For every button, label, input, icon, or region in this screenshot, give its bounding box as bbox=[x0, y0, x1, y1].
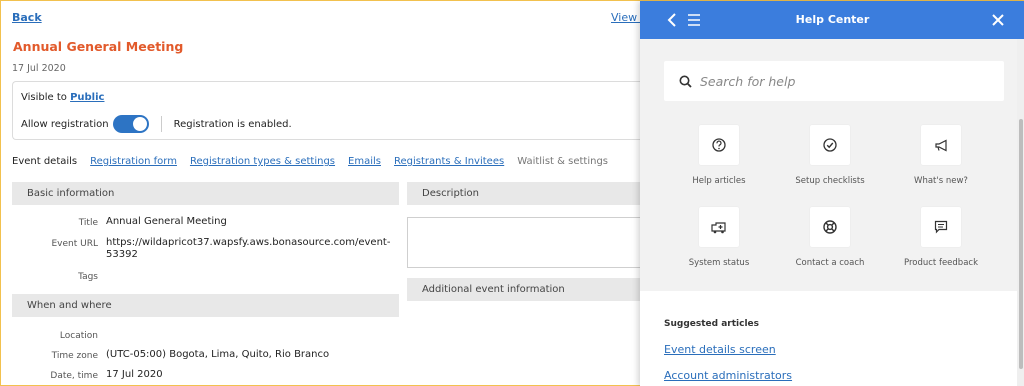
search-placeholder: Search for help bbox=[700, 73, 796, 89]
event-title: Annual General Meeting bbox=[13, 39, 184, 54]
description-heading: Description bbox=[407, 182, 647, 205]
datetime-value: 17 Jul 2020 bbox=[106, 369, 163, 380]
help-center-title: Help Center bbox=[795, 13, 870, 26]
close-icon[interactable] bbox=[988, 10, 1008, 30]
question-circle-icon bbox=[699, 125, 739, 165]
event-url-line2: 53392 bbox=[106, 249, 138, 260]
divider bbox=[160, 116, 162, 132]
basic-info-heading: Basic information bbox=[12, 182, 399, 205]
tile-label: Help articles bbox=[692, 176, 746, 186]
chat-bubble-icon bbox=[921, 207, 961, 247]
additional-info-heading: Additional event information bbox=[407, 278, 647, 301]
tile-contact-coach[interactable]: Contact a coach bbox=[775, 207, 885, 268]
visibility-prefix: Visible to bbox=[21, 92, 67, 103]
registration-row: Allow registration Registration is enabl… bbox=[21, 115, 292, 133]
event-url-line1: https://wildapricot37.wapsfy.aws.bonasou… bbox=[106, 237, 391, 248]
tab-emails[interactable]: Emails bbox=[348, 156, 381, 167]
tile-help-articles[interactable]: Help articles bbox=[664, 125, 774, 186]
tile-label: Contact a coach bbox=[795, 258, 865, 268]
suggested-articles-heading: Suggested articles bbox=[664, 319, 759, 329]
title-value: Annual General Meeting bbox=[106, 216, 227, 227]
title-label: Title bbox=[78, 218, 98, 228]
search-icon bbox=[679, 75, 692, 88]
datetime-label: Date, time bbox=[50, 371, 98, 381]
tile-product-feedback[interactable]: Product feedback bbox=[886, 207, 996, 268]
help-search-input[interactable]: Search for help bbox=[664, 61, 1004, 101]
visibility-value-link[interactable]: Public bbox=[70, 92, 104, 103]
ambulance-icon bbox=[699, 207, 739, 247]
tile-setup-checklists[interactable]: Setup checklists bbox=[775, 125, 885, 186]
visibility-box: Visible to Public Allow registration Reg… bbox=[12, 81, 652, 140]
registration-toggle[interactable] bbox=[112, 115, 149, 133]
tile-label: What's new? bbox=[914, 176, 968, 186]
tile-label: Setup checklists bbox=[795, 176, 865, 186]
visibility-row: Visible to Public bbox=[21, 92, 104, 103]
tile-label: Product feedback bbox=[903, 258, 979, 268]
help-center-panel: Help Center Search for help Help article… bbox=[640, 1, 1024, 386]
timezone-label: Time zone bbox=[51, 351, 98, 361]
back-link[interactable]: Back bbox=[12, 11, 42, 24]
tile-system-status[interactable]: System status bbox=[664, 207, 774, 268]
megaphone-icon bbox=[921, 125, 961, 165]
check-circle-icon bbox=[810, 125, 850, 165]
tab-registration-types[interactable]: Registration types & settings bbox=[190, 156, 335, 167]
suggested-article-link[interactable]: Account administrators bbox=[664, 369, 792, 382]
tab-registration-form[interactable]: Registration form bbox=[90, 156, 177, 167]
tab-registrants[interactable]: Registrants & Invitees bbox=[394, 156, 504, 167]
tags-label: Tags bbox=[78, 272, 98, 282]
registration-label: Allow registration bbox=[21, 118, 109, 130]
help-center-header: Help Center bbox=[640, 1, 1024, 39]
timezone-value: (UTC-05:00) Bogota, Lima, Quito, Rio Bra… bbox=[106, 349, 330, 360]
description-editor[interactable] bbox=[407, 217, 647, 268]
event-date: 17 Jul 2020 bbox=[12, 63, 66, 74]
tile-label: System status bbox=[688, 258, 750, 268]
location-label: Location bbox=[59, 331, 98, 341]
event-tabs: Event details Registration form Registra… bbox=[12, 156, 608, 167]
event-url-label: Event URL bbox=[51, 239, 99, 249]
tab-event-details[interactable]: Event details bbox=[12, 156, 77, 167]
when-where-heading: When and where bbox=[12, 294, 399, 317]
lifebuoy-icon bbox=[810, 207, 850, 247]
help-scrollbar-thumb[interactable] bbox=[1019, 119, 1023, 369]
tab-waitlist[interactable]: Waitlist & settings bbox=[517, 156, 608, 167]
help-center-body: Search for help Help articles Setup chec… bbox=[640, 39, 1017, 291]
suggested-article-link[interactable]: Event details screen bbox=[664, 343, 776, 356]
toggle-knob bbox=[132, 117, 147, 131]
registration-status: Registration is enabled. bbox=[173, 118, 292, 130]
tile-whats-new[interactable]: What's new? bbox=[886, 125, 996, 186]
